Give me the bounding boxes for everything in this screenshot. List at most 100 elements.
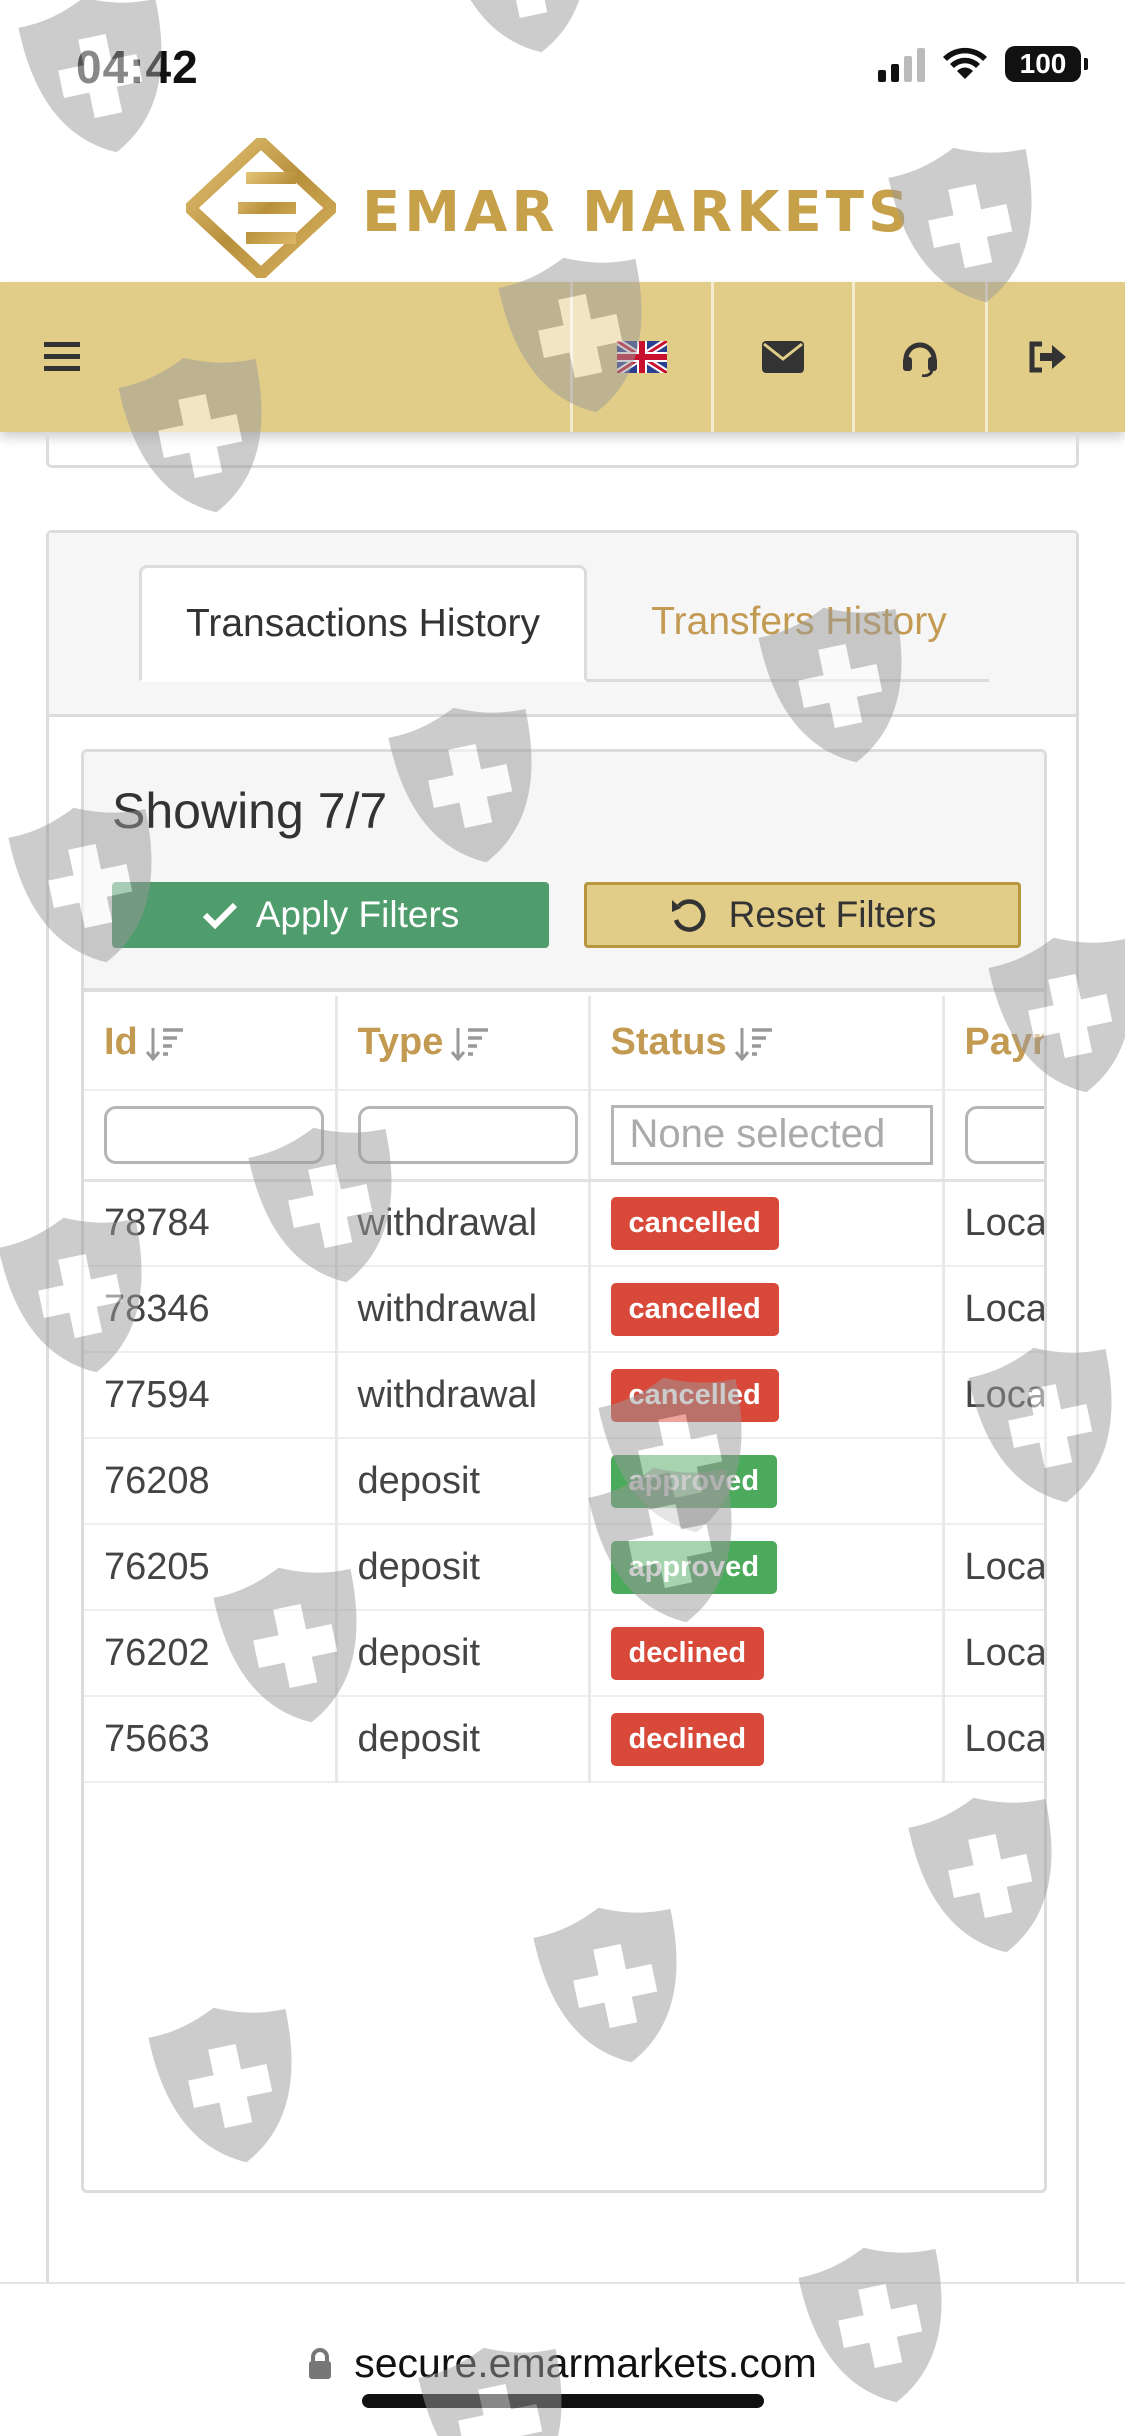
reset-filters-label: Reset Filters bbox=[728, 894, 937, 935]
status-badge: approved bbox=[610, 1540, 778, 1594]
status-badge: cancelled bbox=[610, 1196, 779, 1250]
reset-filters-button[interactable]: Reset Filters bbox=[584, 882, 1021, 948]
cell-type: deposit bbox=[336, 1610, 591, 1697]
browser-address-bar[interactable]: secure.emarmarkets.com bbox=[0, 2282, 1125, 2436]
emar-logo-icon bbox=[186, 138, 336, 278]
cell-type: deposit bbox=[336, 1696, 591, 1783]
url-row: secure.emarmarkets.com bbox=[0, 2340, 1125, 2387]
cell-status: approved bbox=[589, 1438, 945, 1525]
cell-id: 77594 bbox=[84, 1352, 338, 1439]
filter-row: None selected bbox=[84, 1090, 1044, 1182]
cell-status: declined bbox=[589, 1696, 945, 1783]
filter-cell bbox=[336, 1090, 591, 1182]
cellular-signal-icon bbox=[878, 46, 925, 82]
apply-filters-label: Apply Filters bbox=[255, 894, 460, 935]
apply-filters-button[interactable]: Apply Filters bbox=[112, 882, 549, 948]
lock-icon bbox=[309, 2347, 332, 2379]
language-button[interactable] bbox=[573, 282, 711, 432]
status-badge: approved bbox=[610, 1454, 778, 1508]
cell-type: withdrawal bbox=[336, 1180, 591, 1267]
column-header-id-label: Id bbox=[104, 1021, 138, 1063]
cell-type: withdrawal bbox=[336, 1352, 591, 1439]
cell-id: 78784 bbox=[84, 1180, 338, 1267]
sort-icon bbox=[734, 1027, 772, 1062]
battery-level: 100 bbox=[1019, 48, 1067, 79]
table-row[interactable]: 77594 withdrawal cancelled Loca bbox=[84, 1352, 1044, 1439]
undo-icon bbox=[671, 899, 706, 932]
sign-out-icon bbox=[1029, 341, 1066, 373]
cell-payment: Loca bbox=[943, 1524, 1044, 1611]
table-header-row: Id Type Status Payr bbox=[84, 996, 1044, 1091]
support-button[interactable] bbox=[855, 282, 985, 432]
messages-button[interactable] bbox=[714, 282, 852, 432]
history-panel: Transactions History Transfers History S… bbox=[46, 530, 1079, 2290]
headset-support-icon bbox=[903, 342, 937, 377]
cell-payment: Loca bbox=[943, 1352, 1044, 1439]
home-indicator[interactable] bbox=[362, 2394, 764, 2408]
sort-icon bbox=[451, 1027, 489, 1062]
uk-flag-icon bbox=[617, 341, 667, 373]
column-header-type[interactable]: Type bbox=[336, 996, 591, 1091]
previous-card-bottom bbox=[46, 432, 1079, 468]
status-badge: cancelled bbox=[610, 1368, 779, 1422]
tabs-header: Transactions History Transfers History bbox=[49, 533, 1076, 717]
table-row[interactable]: 76208 deposit approved bbox=[84, 1438, 1044, 1525]
cell-status: declined bbox=[589, 1610, 945, 1697]
cell-payment: Loca bbox=[943, 1180, 1044, 1267]
status-badge: cancelled bbox=[610, 1282, 779, 1336]
cell-type: deposit bbox=[336, 1524, 591, 1611]
hamburger-menu-icon bbox=[44, 342, 80, 371]
table-row[interactable]: 78784 withdrawal cancelled Loca bbox=[84, 1180, 1044, 1267]
payment-filter-input[interactable] bbox=[964, 1105, 1044, 1164]
status-icons: 100 bbox=[878, 46, 1088, 82]
cell-payment: Loca bbox=[943, 1696, 1044, 1783]
column-header-payment[interactable]: Payr bbox=[943, 996, 1044, 1091]
tab-transfers-history[interactable]: Transfers History bbox=[609, 565, 989, 679]
filter-cell: None selected bbox=[589, 1090, 945, 1182]
cell-payment: Loca bbox=[943, 1610, 1044, 1697]
menu-button[interactable] bbox=[20, 282, 104, 432]
filter-cell bbox=[84, 1090, 338, 1182]
status-badge: declined bbox=[610, 1712, 765, 1766]
cell-status: cancelled bbox=[589, 1266, 945, 1353]
column-header-status-label: Status bbox=[610, 1021, 727, 1063]
cell-status: cancelled bbox=[589, 1180, 945, 1267]
transactions-table-card: Showing 7/7 Apply Filters Reset Filters … bbox=[81, 749, 1047, 2193]
cell-status: cancelled bbox=[589, 1352, 945, 1439]
filters-header: Showing 7/7 Apply Filters Reset Filters bbox=[84, 752, 1044, 992]
envelope-icon bbox=[762, 341, 804, 373]
type-filter-input[interactable] bbox=[357, 1105, 578, 1164]
brand-name: EMAR MARKETS bbox=[362, 180, 913, 245]
cell-id: 78346 bbox=[84, 1266, 338, 1353]
cell-status: approved bbox=[589, 1524, 945, 1611]
cell-id: 76205 bbox=[84, 1524, 338, 1611]
cell-payment: Loca bbox=[943, 1266, 1044, 1353]
cell-id: 76202 bbox=[84, 1610, 338, 1697]
filter-cell bbox=[943, 1090, 1044, 1182]
logout-button[interactable] bbox=[988, 282, 1108, 432]
sort-icon bbox=[145, 1027, 183, 1062]
table-row[interactable]: 75663 deposit declined Loca bbox=[84, 1696, 1044, 1783]
table-row[interactable]: 76205 deposit approved Loca bbox=[84, 1524, 1044, 1611]
status-time: 04:42 bbox=[76, 41, 199, 93]
column-header-id[interactable]: Id bbox=[84, 996, 338, 1091]
cell-type: withdrawal bbox=[336, 1266, 591, 1353]
cell-id: 75663 bbox=[84, 1696, 338, 1783]
status-filter-placeholder: None selected bbox=[629, 1112, 886, 1157]
table-row[interactable]: 78346 withdrawal cancelled Loca bbox=[84, 1266, 1044, 1353]
cell-id: 76208 bbox=[84, 1438, 338, 1525]
checkmark-icon bbox=[202, 902, 237, 929]
wifi-icon bbox=[943, 47, 987, 79]
id-filter-input[interactable] bbox=[104, 1105, 324, 1164]
cell-type: deposit bbox=[336, 1438, 591, 1525]
top-navbar bbox=[0, 282, 1125, 432]
table-row[interactable]: 76202 deposit declined Loca bbox=[84, 1610, 1044, 1697]
cell-payment bbox=[943, 1438, 1044, 1525]
status-filter-select[interactable]: None selected bbox=[610, 1104, 933, 1165]
tab-transactions-history[interactable]: Transactions History bbox=[139, 565, 587, 682]
column-header-status[interactable]: Status bbox=[589, 996, 945, 1091]
transactions-table: Id Type Status Payr None selected 78784 … bbox=[84, 996, 1044, 1783]
brand-header: EMAR MARKETS bbox=[0, 132, 1125, 282]
url-text: secure.emarmarkets.com bbox=[354, 2340, 817, 2386]
status-bar: 04:42 100 bbox=[0, 0, 1125, 132]
